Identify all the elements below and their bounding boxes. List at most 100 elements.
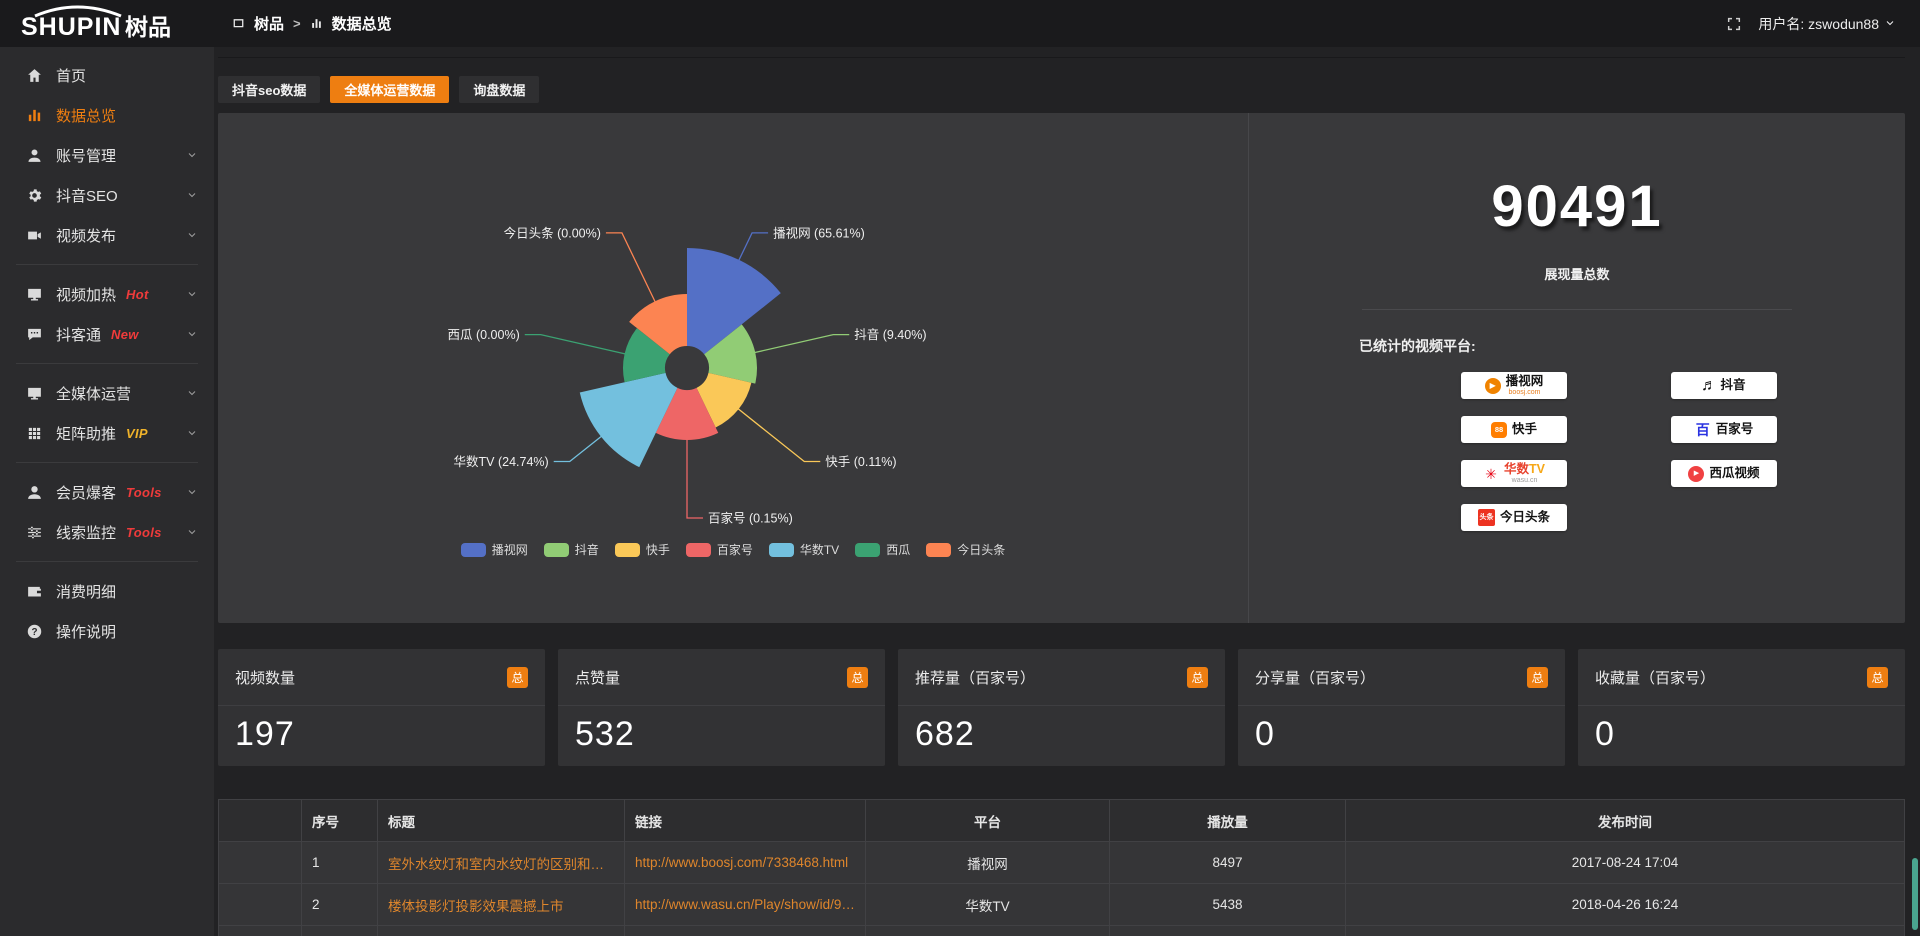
legend-item-百家号[interactable]: 百家号: [686, 541, 753, 558]
legend-label: 抖音: [575, 541, 599, 558]
sidebar-item-操作说明[interactable]: ?操作说明: [0, 611, 214, 651]
sidebar-item-抖音SEO[interactable]: 抖音SEO: [0, 175, 214, 215]
pie-label-华数TV: 华数TV (24.74%): [454, 454, 549, 469]
platform-name-part: TV: [1529, 462, 1545, 476]
stat-card-header: 分享量（百家号）总: [1238, 649, 1565, 706]
chevron-down-icon: [186, 486, 198, 498]
summary-panel: 90491 展现量总数 已统计的视频平台: ▶播视网boosj.com♬抖音88…: [1248, 113, 1905, 623]
username-label: 用户名: zswodun88: [1758, 14, 1879, 34]
breadcrumb-root[interactable]: 树品: [254, 13, 284, 34]
platform-badge-百家号: 百百家号: [1671, 416, 1777, 443]
stat-card-点赞量: 点赞量总532: [558, 649, 885, 766]
col-header-序号: 序号: [302, 800, 378, 842]
total-impressions-value: 90491: [1249, 173, 1905, 240]
sidebar-item-视频加热[interactable]: 视频加热Hot: [0, 274, 214, 314]
tab-全媒体运营数据[interactable]: 全媒体运营数据: [330, 76, 449, 103]
platform-domain: boosj.com: [1509, 389, 1541, 396]
platform-badge-抖音: ♬抖音: [1671, 372, 1777, 399]
sidebar-item-矩阵助推[interactable]: 矩阵助推 VIP: [0, 413, 214, 453]
cell-title: 楼体投影灯投影效果震撼上市: [378, 884, 625, 926]
legend-item-今日头条[interactable]: 今日头条: [926, 541, 1005, 558]
sidebar-item-badge: VIP: [126, 426, 148, 441]
sidebar-item-label: 矩阵助推: [56, 423, 116, 444]
stat-card-header: 视频数量 总: [218, 649, 545, 706]
sidebar-item-会员爆客[interactable]: 会员爆客Tools: [0, 472, 214, 512]
legend-item-抖音[interactable]: 抖音: [544, 541, 599, 558]
legend-chip: [686, 543, 711, 557]
breadcrumb-current: 数据总览: [332, 13, 392, 34]
cell-platform: 播视网: [866, 842, 1110, 884]
chevron-down-icon: [186, 387, 198, 399]
breadcrumb-separator: >: [293, 16, 301, 31]
sidebar-item-消费明细[interactable]: 消费明细: [0, 571, 214, 611]
legend-item-播视网[interactable]: 播视网: [461, 541, 528, 558]
pie-label-百家号: 百家号 (0.15%): [708, 511, 793, 526]
platform-badge-华数TV: ✳华数TVwasu.cn: [1461, 460, 1567, 487]
col-header-标题: 标题: [378, 800, 625, 842]
legend-item-华数TV[interactable]: 华数TV: [769, 541, 839, 558]
monitor-icon: [26, 385, 43, 402]
stat-card-title: 视频数量: [235, 667, 295, 688]
rose-chart-area: 播视网 (65.61%)抖音 (9.40%)快手 (0.11%)百家号 (0.1…: [218, 113, 1248, 623]
stat-card-title: 点赞量: [575, 667, 620, 688]
bread-window-icon: [232, 17, 245, 30]
legend-item-快手[interactable]: 快手: [615, 541, 670, 558]
user-menu[interactable]: 用户名: zswodun88: [1758, 14, 1896, 34]
fullscreen-icon: [1726, 16, 1742, 32]
chevron-down-icon: [1884, 16, 1896, 32]
stat-card-分享量（百家号）: 分享量（百家号）总0: [1238, 649, 1565, 766]
total-badge: 总: [507, 667, 528, 688]
cell-title: 室外水纹灯和室内水纹灯的区别和简介: [378, 842, 625, 884]
pie-label-line: [754, 335, 849, 353]
chart-legend: 播视网 抖音 快手百家号华数TV 西瓜今日头条: [218, 541, 1248, 558]
legend-chip: [544, 543, 569, 557]
fullscreen-icon[interactable]: [1726, 16, 1742, 32]
cell-index: 1: [302, 842, 378, 884]
sidebar-item-全媒体运营[interactable]: 全媒体运营: [0, 373, 214, 413]
chart-icon: [26, 107, 43, 124]
sidebar-item-首页[interactable]: 首页: [0, 55, 214, 95]
cell-checkbox: [219, 842, 302, 884]
topbar-right: 用户名: zswodun88: [1726, 14, 1920, 34]
cell-link[interactable]: http://www.boosj.com/7338468.html: [625, 842, 866, 884]
platform-name-wrap: 播视网boosj.com: [1506, 375, 1544, 397]
sidebar-item-数据总览[interactable]: 数据总览: [0, 95, 214, 135]
platform-badges: ▶播视网boosj.com♬抖音88快手百百家号✳华数TVwasu.cn▶西瓜视…: [1409, 372, 1829, 531]
legend-chip: [855, 543, 880, 557]
stat-card-value: 682: [898, 706, 1225, 754]
breadcrumb: 树品 > 数据总览: [232, 13, 392, 34]
stat-card-推荐量（百家号）: 推荐量（百家号）总682: [898, 649, 1225, 766]
pie-label-快手: 快手 (0.11%): [825, 455, 896, 469]
bar-chart-icon: [310, 17, 323, 30]
scrollbar-thumb[interactable]: [1912, 858, 1918, 930]
data-tabs: 抖音seo数据全媒体运营数据询盘数据: [218, 76, 1905, 103]
legend-label: 快手: [646, 541, 670, 558]
cell-link[interactable]: http://www.wasu.cn/Play/show/id/952...: [625, 884, 866, 926]
cell-plays: 5438: [1110, 884, 1346, 926]
table-row-partial: [219, 926, 1905, 936]
cell-empty: [219, 926, 302, 936]
video-icon: [26, 227, 43, 244]
total-impressions-label: 展现量总数: [1249, 264, 1905, 283]
chevron-down-icon: [186, 229, 198, 241]
stat-card-value: 197: [218, 706, 545, 754]
col-header-播放量: 播放量: [1110, 800, 1346, 842]
screen-icon: [26, 286, 43, 303]
tab-抖音seo数据[interactable]: 抖音seo数据: [218, 76, 320, 103]
tab-询盘数据[interactable]: 询盘数据: [459, 76, 539, 103]
legend-chip: [926, 543, 951, 557]
sidebar-item-badge: Tools: [126, 485, 162, 500]
sidebar-item-视频发布[interactable]: 视频发布: [0, 215, 214, 255]
stat-card-value: 0: [1578, 706, 1905, 754]
sidebar-divider: [16, 264, 198, 265]
cell-time: 2017-08-24 17:04: [1346, 842, 1905, 884]
sidebar-divider: [16, 561, 198, 562]
sidebar-item-抖客通[interactable]: 抖客通New: [0, 314, 214, 354]
platform-name: 华数TV: [1504, 463, 1545, 476]
legend-item-西瓜[interactable]: 西瓜: [855, 541, 910, 558]
sidebar-item-线索监控[interactable]: 线索监控Tools: [0, 512, 214, 552]
wasu-logo-icon: ✳: [1483, 466, 1499, 482]
gear-icon: [26, 187, 43, 204]
sidebar-item-账号管理[interactable]: 账号管理: [0, 135, 214, 175]
chevron-down-icon: [186, 427, 198, 439]
